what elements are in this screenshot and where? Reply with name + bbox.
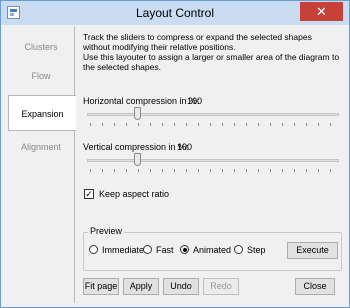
keep-aspect-ratio-label[interactable]: Keep aspect ratio — [99, 189, 169, 199]
execute-button[interactable]: Execute — [287, 242, 338, 259]
fit-page-button[interactable]: Fit page — [83, 278, 119, 295]
close-button[interactable]: Close — [295, 278, 335, 295]
vertical-slider-ticks — [90, 169, 338, 172]
preview-group-title: Preview — [88, 226, 125, 236]
horizontal-compression-label: Horizontal compression in %: — [83, 96, 200, 106]
horizontal-slider-thumb[interactable] — [134, 107, 141, 120]
redo-button: Redo — [203, 278, 239, 295]
client-area: Clusters Flow Expansion Alignment Track … — [8, 26, 343, 303]
vertical-compression-value: 100 — [177, 142, 193, 152]
horizontal-slider-track[interactable] — [87, 113, 339, 116]
vertical-slider-track[interactable] — [87, 159, 339, 162]
vertical-slider-thumb[interactable] — [134, 153, 141, 166]
description-text: Track the sliders to compress or expand … — [83, 32, 341, 72]
keep-aspect-ratio-checkbox[interactable]: ✓ — [84, 189, 94, 199]
window-close-button[interactable]: ✕ — [300, 2, 343, 21]
horizontal-slider-ticks — [90, 123, 338, 126]
radio-fast-label[interactable]: Fast — [156, 245, 174, 255]
radio-animated[interactable] — [180, 245, 189, 254]
expansion-panel: Track the sliders to compress or expand … — [74, 26, 343, 303]
radio-animated-label[interactable]: Animated — [193, 245, 231, 255]
radio-immediate-label[interactable]: Immediate — [102, 245, 144, 255]
window-title: Layout Control — [135, 6, 215, 20]
apply-button[interactable]: Apply — [123, 278, 159, 295]
radio-immediate[interactable] — [89, 245, 98, 254]
title-bar[interactable]: Layout Control ✕ — [1, 1, 349, 25]
undo-button[interactable]: Undo — [163, 278, 199, 295]
sidebar-item-expansion[interactable]: Expansion — [8, 95, 76, 131]
description-line-2: Use this layouter to assign a larger or … — [83, 52, 340, 72]
radio-step-label[interactable]: Step — [247, 245, 266, 255]
sidebar-item-flow[interactable]: Flow — [8, 58, 74, 94]
description-line-1: Track the sliders to compress or expand … — [83, 32, 312, 52]
radio-fast[interactable] — [143, 245, 152, 254]
horizontal-compression-value: 100 — [187, 96, 203, 106]
layout-control-window: Layout Control ✕ Clusters Flow Expansion… — [0, 0, 350, 308]
radio-step[interactable] — [234, 245, 243, 254]
sidebar: Clusters Flow Expansion Alignment — [8, 26, 76, 303]
sidebar-item-alignment[interactable]: Alignment — [8, 129, 74, 165]
vertical-compression-label: Vertical compression in %: — [83, 142, 189, 152]
